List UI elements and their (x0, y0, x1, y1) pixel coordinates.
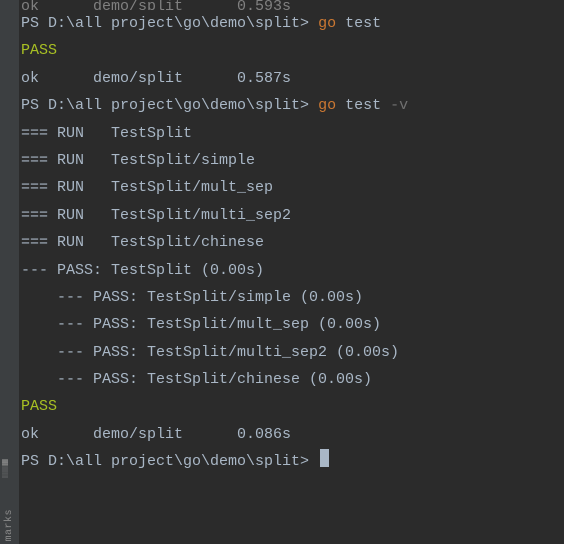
terminal-line: --- PASS: TestSplit/multi_sep2 (0.00s) (21, 339, 562, 366)
cursor-block (320, 449, 329, 467)
gutter-icon-bottom[interactable]: ▒ (2, 469, 8, 479)
prompt-text: PS D:\all project\go\demo\split> (21, 15, 318, 32)
terminal-line: === RUN TestSplit (21, 120, 562, 147)
gutter-icons: ▦ ▒ (2, 459, 8, 479)
command-flag: -v (390, 97, 408, 114)
terminal-line: --- PASS: TestSplit/mult_sep (0.00s) (21, 311, 562, 338)
prompt-text: PS D:\all project\go\demo\split> (21, 97, 318, 114)
terminal-line: ok demo/split 0.593s (21, 0, 562, 10)
terminal-line: === RUN TestSplit/chinese (21, 229, 562, 256)
command-name: go (318, 15, 336, 32)
terminal-line: PASS (21, 37, 562, 64)
terminal-line: === RUN TestSplit/multi_sep2 (21, 202, 562, 229)
terminal-line: ok demo/split 0.086s (21, 421, 562, 448)
prompt-text: PS D:\all project\go\demo\split> (21, 453, 318, 470)
gutter-bookmarks-label[interactable]: marks (4, 509, 15, 542)
terminal-line: PS D:\all project\go\demo\split> go test… (21, 92, 562, 119)
terminal-line: ok demo/split 0.587s (21, 65, 562, 92)
terminal-line: --- PASS: TestSplit (0.00s) (21, 257, 562, 284)
terminal-panel[interactable]: ok demo/split 0.593s PS D:\all project\g… (19, 0, 564, 544)
terminal-line: PASS (21, 393, 562, 420)
terminal-line: --- PASS: TestSplit/chinese (0.00s) (21, 366, 562, 393)
terminal-line: === RUN TestSplit/mult_sep (21, 174, 562, 201)
command-name: go (318, 97, 336, 114)
terminal-line: PS D:\all project\go\demo\split> go test (21, 10, 562, 37)
ide-left-gutter: ▦ ▒ marks (0, 0, 20, 544)
command-args: test (336, 97, 390, 114)
command-args: test (336, 15, 381, 32)
terminal-line: --- PASS: TestSplit/simple (0.00s) (21, 284, 562, 311)
terminal-line: === RUN TestSplit/simple (21, 147, 562, 174)
terminal-line: PS D:\all project\go\demo\split> (21, 448, 562, 475)
